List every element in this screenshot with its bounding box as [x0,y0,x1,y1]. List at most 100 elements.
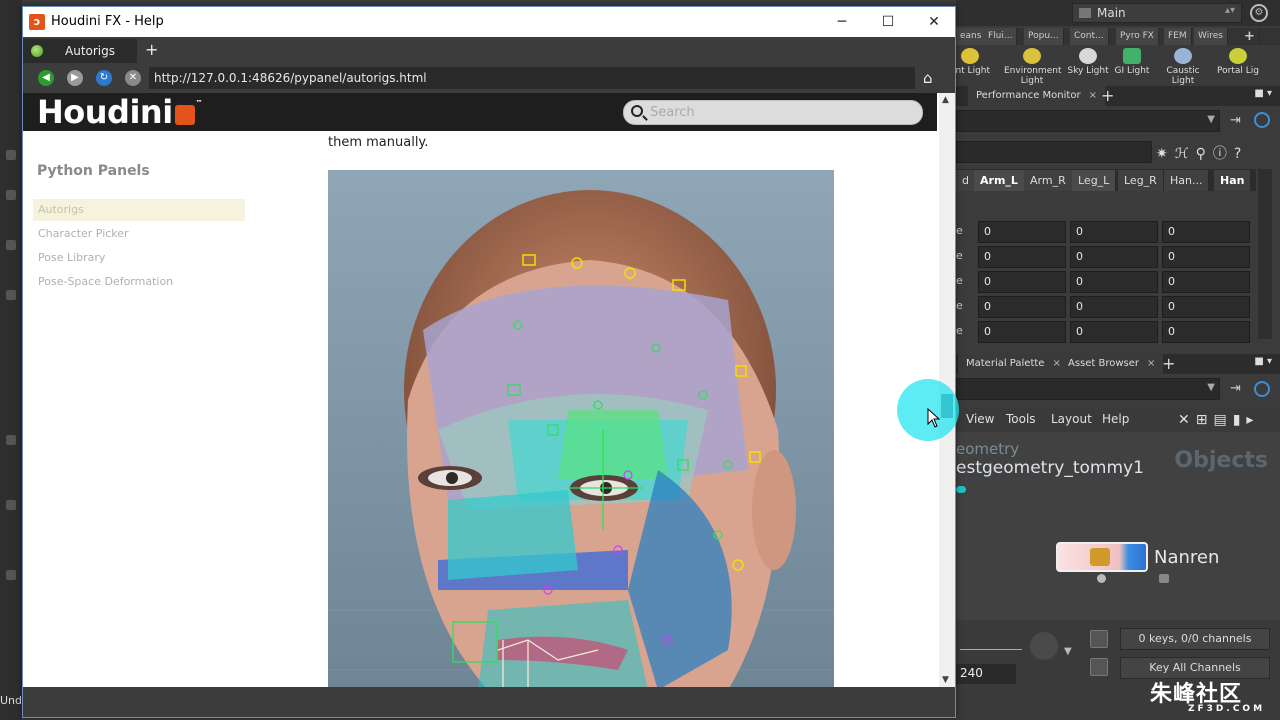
tool-icon[interactable] [6,150,16,160]
shelf-tab[interactable]: Popu... [1024,28,1064,45]
spreadsheet-scrollbar[interactable] [1258,169,1272,339]
keys-status[interactable]: 0 keys, 0/0 channels [1120,628,1270,650]
value-cell[interactable]: 0 [1070,221,1158,243]
keyframe-icon[interactable] [1090,630,1108,648]
sidebar-item-pose-library[interactable]: Pose Library [33,247,245,269]
pin-icon[interactable]: ⇥ [1230,113,1241,128]
menu-help[interactable]: Help [1102,412,1129,426]
close-icon[interactable]: × [1089,90,1097,101]
channel-filter-field[interactable] [956,141,1152,163]
menu-tools[interactable]: Tools [1006,412,1036,426]
close-icon[interactable]: × [1147,358,1155,369]
tool-icon[interactable] [6,435,16,445]
parameter-path-field[interactable]: ▼ [956,110,1220,132]
value-cell[interactable]: 0 [978,271,1066,293]
value-cell[interactable]: 0 [1162,246,1250,268]
back-arrow-icon[interactable]: ◀ [38,70,54,86]
shelf-tab[interactable]: eans [956,28,987,45]
tab-performance-monitor[interactable]: Performance Monitor × [968,86,1105,106]
timeline-ruler[interactable] [960,632,1022,650]
sidebar-item-autorigs[interactable]: Autorigs [33,199,245,221]
value-cell[interactable]: 0 [1070,321,1158,343]
value-cell[interactable]: 0 [1162,221,1250,243]
network-toolbar-icons[interactable]: ✕⊞▤▮▸ [1178,412,1259,428]
sky-light-icon [1079,48,1097,64]
value-cell[interactable]: 0 [1162,296,1250,318]
pane-menu-icon[interactable]: ■ ▾ [1254,356,1272,367]
shelf-tab[interactable]: Pyro FX [1116,28,1159,45]
shelf-tab[interactable]: Flui... [984,28,1018,45]
geometry-node[interactable] [1056,542,1148,572]
url-field[interactable]: http://127.0.0.1:48626/pypanel/autorigs.… [149,67,915,89]
end-frame-field[interactable]: 240 [956,664,1016,684]
stop-icon[interactable]: ✕ [125,70,141,86]
node-output-connector[interactable] [1097,574,1106,583]
value-cell[interactable]: 0 [1070,271,1158,293]
sidebar-item-pose-space-deformation[interactable]: Pose-Space Deformation [33,271,245,293]
shelf-tab[interactable]: Wires [1194,28,1228,45]
add-shelf-button[interactable]: + [1240,28,1260,45]
sidebar-item-character-picker[interactable]: Character Picker [33,223,245,245]
tool-icon[interactable] [6,190,16,200]
menu-view[interactable]: View [966,412,994,426]
tab-channel-group[interactable]: Han [1214,170,1252,191]
value-cell[interactable]: 0 [1162,271,1250,293]
shelf-tool-gi-light[interactable]: GI Light [1104,48,1160,76]
lock-icon[interactable] [1159,574,1169,583]
shelf-tool-environment-light[interactable]: Environment Light [1004,48,1061,86]
new-tab-button[interactable]: + [145,39,158,61]
close-button[interactable]: ✕ [911,7,957,37]
value-cell[interactable]: 0 [1070,246,1158,268]
add-tab-button[interactable]: + [1101,86,1114,106]
channel-icon[interactable] [1090,658,1108,676]
value-cell[interactable]: 0 [978,321,1066,343]
value-cell[interactable]: 0 [978,246,1066,268]
desktop-selector[interactable]: Main ▴▾ [1072,3,1242,23]
tool-icon[interactable] [6,570,16,580]
shelf-tab[interactable]: Cont... [1070,28,1109,45]
reload-icon[interactable]: ↻ [96,70,112,86]
minimize-button[interactable]: ─ [819,7,865,37]
scroll-up-arrow-icon[interactable]: ▲ [942,95,949,105]
tab-channel-group[interactable]: Leg_R [1118,170,1164,191]
maximize-button[interactable]: ☐ [865,7,911,37]
tool-icon[interactable] [6,240,16,250]
value-cell[interactable]: 0 [978,296,1066,318]
home-icon[interactable]: ⌂ [923,69,933,87]
tab-channel-group[interactable]: Han... [1164,170,1210,191]
shelf-tool-portal-light[interactable]: Portal Lig [1210,48,1266,76]
tab-autorigs[interactable]: Autorigs [23,39,137,63]
scroll-down-arrow-icon[interactable]: ▼ [942,675,949,685]
pin-icon[interactable]: ⇥ [1230,381,1241,396]
shelf-tool-caustic-light[interactable]: Caustic Light [1155,48,1211,86]
tab-channel-group[interactable]: Arm_R [1024,170,1073,191]
tool-icon[interactable] [6,290,16,300]
chevron-down-icon[interactable]: ▼ [1064,646,1072,657]
link-icon[interactable] [1254,112,1270,128]
menu-layout[interactable]: Layout [1051,412,1092,426]
link-icon[interactable] [1254,381,1270,397]
value-cell[interactable]: 0 [978,221,1066,243]
value-cell[interactable]: 0 [1162,321,1250,343]
value-cell[interactable]: 0 [1070,296,1158,318]
tool-icon[interactable] [6,500,16,510]
tab-asset-browser[interactable]: Asset Browser × [1060,354,1164,374]
add-tab-button[interactable]: + [1162,354,1175,374]
channel-toolbar-icons[interactable]: ✷ℋ⚲ⓘ? [1156,143,1248,163]
network-editor[interactable]: eometry estgeometry_tommy1 Objects Nanre… [956,432,1280,620]
network-path-field[interactable]: ▼ [956,378,1220,400]
tab-channel-group[interactable]: d [956,170,976,191]
pane-menu-icon[interactable]: ■ ▾ [1254,88,1272,99]
tab-channel-group[interactable]: Leg_L [1072,170,1117,191]
window-title: Houdini FX - Help [51,14,164,29]
node-name[interactable]: Nanren [1154,547,1219,568]
window-titlebar[interactable]: ↄ Houdini FX - Help ─ ☐ ✕ [23,7,955,37]
houdini-logo[interactable]: Houdini ™ [37,93,203,131]
shelf-tab[interactable]: FEM [1164,28,1192,45]
tab-material-palette[interactable]: Material Palette × [958,354,1069,374]
key-icon[interactable] [1030,632,1058,660]
tab-channel-group[interactable]: Arm_L [974,170,1025,191]
search-input[interactable]: Search [623,100,923,125]
gear-icon[interactable]: ⚙ [1250,4,1268,22]
forward-arrow-icon[interactable]: ▶ [67,70,83,86]
